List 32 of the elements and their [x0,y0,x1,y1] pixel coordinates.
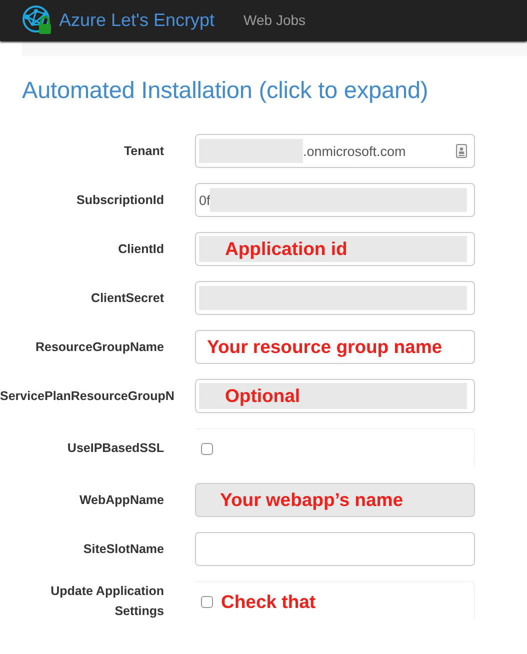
globe-lock-icon [22,4,54,36]
annotation-text: Your resource group name [207,336,442,358]
annotation-text: Application id [225,238,348,260]
field-label: Tenant [124,143,164,160]
input-field[interactable]: .onmicrosoft.com [195,134,475,168]
field-label: SiteSlotName [83,541,164,558]
field-label: ResourceGroupName [35,339,164,356]
brand-link[interactable]: Azure Let's Encrypt [59,10,215,31]
field-label: ClientId [118,241,164,258]
field-label: WebAppName [79,492,164,509]
checkbox[interactable] [201,442,213,454]
contact-card-icon[interactable] [456,144,467,158]
input-field[interactable] [195,281,475,315]
input-field[interactable] [195,532,475,566]
field-label: UseIPBasedSSL [67,440,164,457]
input-field[interactable]: 0f [195,183,475,217]
section-heading[interactable]: Automated Installation (click to expand) [22,77,527,104]
field-value: .onmicrosoft.com [303,144,406,158]
field-label: ServicePlanResourceGroupN [0,388,174,405]
annotation-text: Your webapp’s name [220,489,403,511]
annotation-text: Check that [221,590,316,612]
annotation-text: Optional [225,385,300,407]
input-field[interactable]: Your resource group name [195,330,475,364]
checkbox[interactable] [201,596,213,608]
field-label: SubscriptionId [76,192,164,209]
input-field[interactable]: Application id [195,232,475,266]
field-label: ClientSecret [91,290,164,307]
field-label: Update Application Settings [50,583,164,620]
input-field[interactable]: Your webapp’s name [195,483,475,517]
field-value: 0f [199,192,210,208]
input-field[interactable]: Optional [195,379,475,413]
nav-link[interactable]: Web Jobs [244,12,306,28]
